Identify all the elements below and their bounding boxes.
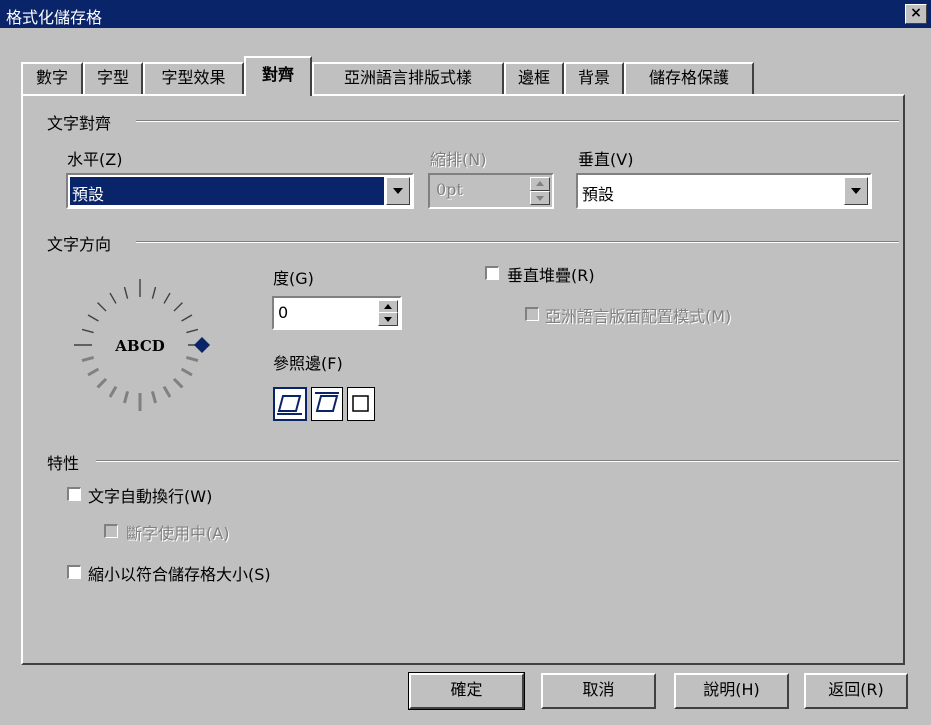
indent-spinner[interactable]: 0pt <box>428 173 554 209</box>
dial-tick <box>109 292 117 304</box>
dial-tick <box>87 367 100 377</box>
dial-tick <box>81 328 94 334</box>
tab-cell-protection[interactable]: 儲存格保護 <box>624 62 754 94</box>
dial-tick <box>97 302 107 312</box>
dial-tick <box>123 390 130 404</box>
horizontal-label: 水平(Z) <box>67 150 123 169</box>
dial-tick <box>123 286 129 299</box>
help-button[interactable]: 說明(H) <box>674 673 789 709</box>
dial-tick <box>185 355 199 362</box>
section-divider <box>136 120 899 122</box>
section-text-alignment: 文字對齊 <box>47 114 112 133</box>
tab-label: 字型效果 <box>161 68 226 87</box>
vertical-select[interactable]: 預設 <box>576 173 872 209</box>
dial-sample-text: ABCD <box>114 337 165 355</box>
section-text-direction: 文字方向 <box>47 235 112 254</box>
tab-borders[interactable]: 邊框 <box>504 62 564 94</box>
tab-label: 背景 <box>577 68 610 87</box>
arrow-up-icon <box>536 181 544 186</box>
degree-label: 度(G) <box>273 269 314 288</box>
tab-label: 邊框 <box>517 68 550 87</box>
section-divider <box>96 460 899 462</box>
horizontal-dropdown-button[interactable] <box>386 177 410 205</box>
orientation-dial[interactable]: ABCD <box>60 275 220 415</box>
dial-tick <box>186 328 199 334</box>
window-title: 格式化儲存格 <box>6 8 103 27</box>
dial-tick <box>81 355 95 362</box>
shrink-to-fit-label: 縮小以符合儲存格大小(S) <box>88 565 271 584</box>
tab-label: 儲存格保護 <box>648 68 729 87</box>
wrap-text-label: 文字自動換行(W) <box>88 487 213 506</box>
reference-edge-label: 參照邊(F) <box>273 354 343 373</box>
dial-tick <box>151 286 157 299</box>
tab-alignment[interactable]: 對齊 <box>244 56 312 96</box>
degree-spinner[interactable]: 0 <box>272 296 402 330</box>
chevron-down-icon <box>393 188 403 194</box>
tab-background[interactable]: 背景 <box>564 62 624 94</box>
asian-layout-checkbox[interactable] <box>525 307 539 321</box>
shrink-to-fit-checkbox[interactable] <box>67 565 81 579</box>
square-icon <box>352 395 369 412</box>
reset-button[interactable]: 返回(R) <box>804 673 908 709</box>
dial-tick <box>162 385 172 398</box>
reset-label: 返回(R) <box>828 680 884 699</box>
help-label: 說明(H) <box>703 680 760 699</box>
title-bar: 格式化儲存格 × <box>0 0 931 28</box>
close-icon: × <box>910 5 922 21</box>
hyphenation-label: 斷字使用中(A) <box>126 524 230 543</box>
cancel-label: 取消 <box>582 680 615 699</box>
vertical-label: 垂直(V) <box>578 150 634 169</box>
dial-tick <box>108 385 118 398</box>
tab-asian-typography[interactable]: 亞洲語言排版式樣 <box>312 62 504 94</box>
vertical-dropdown-button[interactable] <box>844 177 868 205</box>
wrap-text-checkbox[interactable] <box>67 487 81 501</box>
reference-edge-bottom-button[interactable] <box>273 387 307 421</box>
asian-layout-label: 亞洲語言版面配置模式(M) <box>545 307 732 326</box>
tab-label: 字型 <box>96 68 129 87</box>
indent-value: 0pt <box>436 180 463 199</box>
close-button[interactable]: × <box>905 4 927 24</box>
arrow-down-icon <box>384 317 392 322</box>
ok-button[interactable]: 確定 <box>408 672 525 710</box>
degree-value: 0 <box>278 303 289 322</box>
section-divider <box>136 241 899 243</box>
chevron-down-icon <box>851 188 861 194</box>
dial-tick <box>180 367 193 377</box>
indent-label: 縮排(N) <box>430 150 487 169</box>
tab-label: 數字 <box>35 68 68 87</box>
horizontal-select[interactable]: 預設 <box>66 173 414 209</box>
vertical-value: 預設 <box>582 185 615 204</box>
tab-label: 對齊 <box>261 65 294 84</box>
reference-edge-top-button[interactable] <box>311 387 343 421</box>
horizontal-value: 預設 <box>72 185 105 204</box>
indent-up-button[interactable] <box>530 177 550 191</box>
dial-handle-icon <box>194 337 210 353</box>
dial-tick <box>172 377 184 389</box>
tab-font[interactable]: 字型 <box>83 62 143 94</box>
arrow-up-icon <box>384 304 392 309</box>
dial-tick <box>163 292 171 304</box>
arrow-down-icon <box>536 196 544 201</box>
dial-tick <box>150 390 157 404</box>
cancel-button[interactable]: 取消 <box>541 673 656 709</box>
degree-down-button[interactable] <box>378 312 398 326</box>
section-properties: 特性 <box>47 454 80 473</box>
stacked-label: 垂直堆疊(R) <box>507 266 595 285</box>
ok-label: 確定 <box>450 680 483 699</box>
hyphenation-checkbox[interactable] <box>104 524 118 538</box>
reference-edge-inside-button[interactable] <box>347 387 375 421</box>
tab-numbers[interactable]: 數字 <box>21 62 83 94</box>
tab-font-effects[interactable]: 字型效果 <box>143 62 244 94</box>
dial-tick <box>87 314 99 322</box>
slant-bottom-icon <box>277 395 302 415</box>
selection-highlight: 預設 <box>70 177 384 205</box>
indent-down-button[interactable] <box>530 191 550 205</box>
tab-label: 亞洲語言排版式樣 <box>343 68 472 87</box>
slant-top-icon <box>315 392 339 412</box>
dial-tick <box>173 302 183 312</box>
stacked-checkbox[interactable] <box>485 266 499 280</box>
dial-tick <box>181 314 193 322</box>
dial-tick <box>96 377 108 389</box>
